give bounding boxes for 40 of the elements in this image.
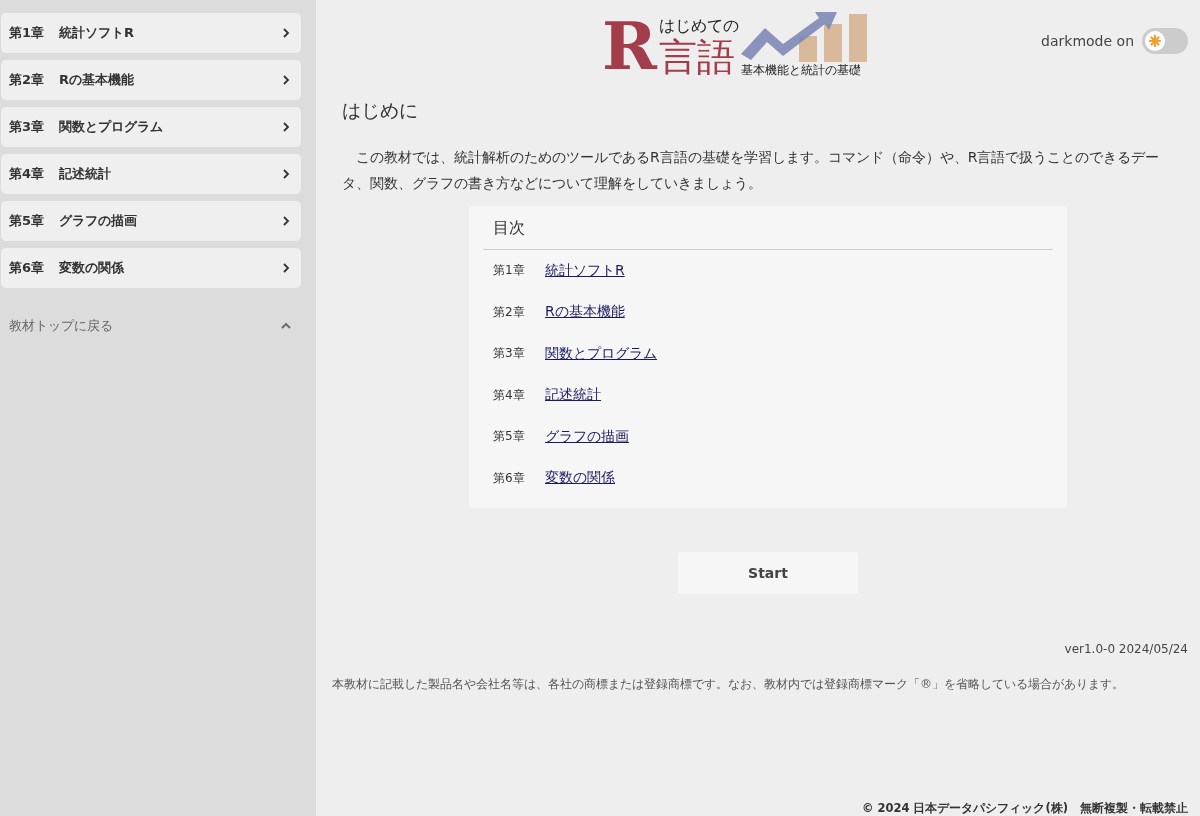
toc-title: 目次: [483, 206, 1053, 250]
toc-link[interactable]: 変数の関係: [545, 469, 615, 488]
chevron-right-icon: [281, 263, 291, 273]
version-text: ver1.0-0 2024/05/24: [1064, 642, 1188, 656]
copyright-text: © 2024 日本データパシフィック(株) 無断複製・転載禁止: [861, 801, 1188, 816]
logo-letter: R: [602, 13, 657, 79]
toc-chapter: 第4章: [493, 386, 526, 404]
sidebar-item[interactable]: 第6章 変数の関係: [1, 248, 301, 288]
toc-link[interactable]: グラフの描画: [545, 427, 629, 446]
sidebar-item[interactable]: 第4章 記述統計: [1, 154, 301, 194]
page-heading: はじめに: [342, 98, 419, 123]
toc-chapter: 第3章: [493, 345, 526, 363]
toc-link[interactable]: 統計ソフトR: [545, 261, 625, 280]
darkmode-toggle[interactable]: [1142, 28, 1188, 54]
sun-icon: [1149, 35, 1161, 47]
logo-title: 言語: [658, 37, 736, 79]
sidebar-item[interactable]: 第5章 グラフの描画: [1, 201, 301, 241]
toc-link[interactable]: Rの基本機能: [545, 303, 625, 322]
intro-paragraph: この教材では、統計解析のためのツールであるR言語の基礎を学習します。コマンド（命令）や、R言語で扱うことのできるデータ、関数、グラフの書き方などについて理解をしていきましょう。: [342, 148, 1161, 193]
logo-subtitle: 基本機能と統計の基礎: [740, 62, 861, 79]
toc-chapter: 第6章: [493, 469, 526, 487]
sidebar-item[interactable]: 第3章 関数とプログラム: [1, 107, 301, 147]
chevron-right-icon: [281, 75, 291, 85]
toc-chapter: 第2章: [493, 303, 526, 321]
chevron-right-icon: [281, 216, 291, 226]
darkmode-label: darkmode on: [1041, 33, 1134, 49]
chevron-right-icon: [281, 169, 291, 179]
chevron-right-icon: [281, 28, 291, 38]
sidebar-item[interactable]: 第1章 統計ソフトR: [1, 13, 301, 53]
back-link[interactable]: 教材トップに戻る: [1, 317, 301, 335]
logo-text: はじめての: [658, 16, 739, 38]
trademark-notice: 本教材に記載した製品名や会社名等は、各社の商標または登録商標です。なお、教材内では登録商標マーク「®」を省略している場合があります。: [332, 676, 1125, 693]
sidebar-item[interactable]: 第2章 Rの基本機能: [1, 60, 301, 100]
toc-chapter: 第5章: [493, 428, 526, 446]
caret-up-icon: [281, 321, 291, 331]
start-button[interactable]: Start: [678, 552, 858, 594]
toc-link[interactable]: 記述統計: [545, 386, 601, 405]
toc-chapter: 第1章: [493, 262, 526, 280]
chevron-right-icon: [281, 122, 291, 132]
toc-link[interactable]: 関数とプログラム: [545, 344, 657, 363]
